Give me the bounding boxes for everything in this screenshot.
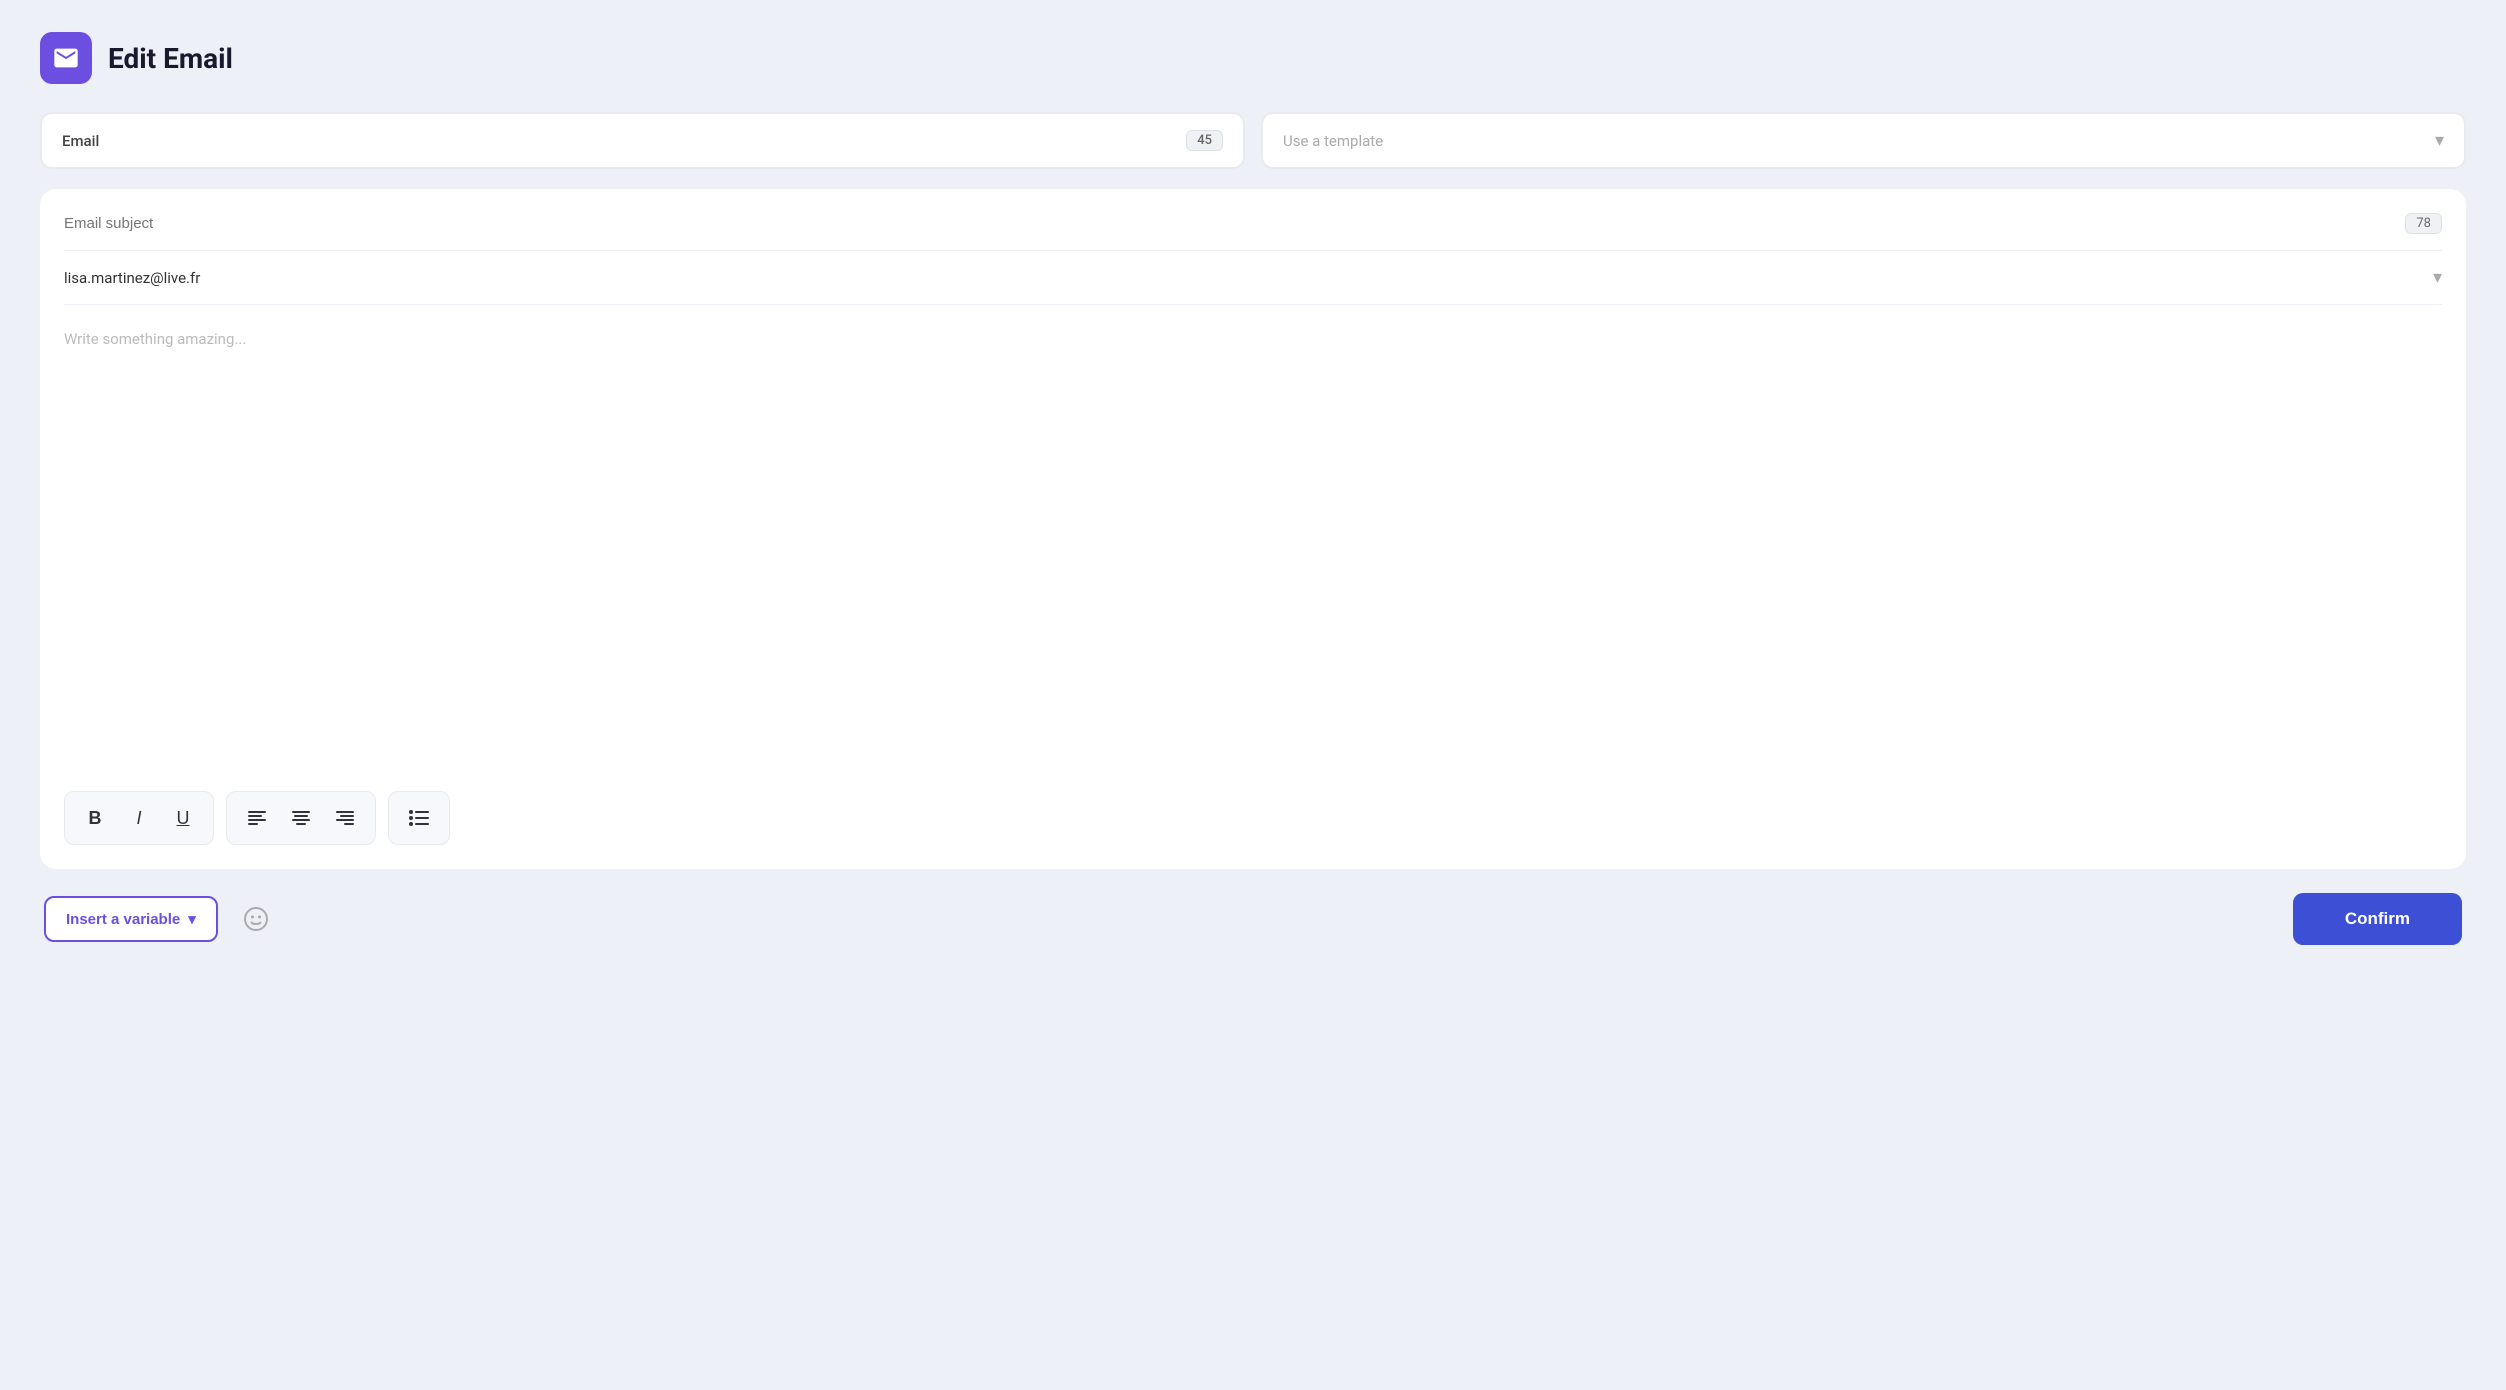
confirm-button[interactable]: Confirm <box>2293 893 2462 945</box>
recipient-email: lisa.martinez@live.fr <box>64 269 200 287</box>
bottom-bar: Insert a variable ▾ Confirm <box>40 893 2466 945</box>
recipient-row[interactable]: lisa.martinez@live.fr ▾ <box>64 267 2442 305</box>
email-tab[interactable]: Email 45 <box>40 112 1245 169</box>
insert-variable-chevron-icon: ▾ <box>188 910 196 928</box>
italic-button[interactable]: I <box>121 800 157 836</box>
template-placeholder: Use a template <box>1283 132 1383 150</box>
underline-button[interactable]: U <box>165 800 201 836</box>
body-placeholder: Write something amazing... <box>64 330 246 348</box>
align-left-button[interactable] <box>239 800 275 836</box>
emoji-button[interactable] <box>234 897 278 941</box>
chevron-down-icon: ▾ <box>2435 130 2444 151</box>
left-actions: Insert a variable ▾ <box>44 896 278 942</box>
formatting-toolbars: B I U <box>64 791 2442 845</box>
toolbar-section: B I U <box>64 771 2442 845</box>
body-area[interactable]: Write something amazing... <box>64 321 2442 771</box>
align-center-button[interactable] <box>283 800 319 836</box>
list-group <box>388 791 450 845</box>
email-icon <box>52 44 80 72</box>
subject-input[interactable] <box>64 215 2405 232</box>
email-tab-label: Email <box>62 132 99 150</box>
email-icon-wrapper <box>40 32 92 84</box>
list-button[interactable] <box>401 800 437 836</box>
top-controls: Email 45 Use a template ▾ <box>40 112 2466 169</box>
page-title: Edit Email <box>108 42 233 75</box>
recipient-chevron-icon: ▾ <box>2433 267 2442 288</box>
text-format-group: B I U <box>64 791 214 845</box>
align-right-button[interactable] <box>327 800 363 836</box>
subject-row: 78 <box>64 213 2442 251</box>
editor-container: 78 lisa.martinez@live.fr ▾ Write somethi… <box>40 189 2466 869</box>
insert-variable-button[interactable]: Insert a variable ▾ <box>44 896 218 942</box>
bold-button[interactable]: B <box>77 800 113 836</box>
subject-count: 78 <box>2405 213 2442 234</box>
template-select[interactable]: Use a template ▾ <box>1261 112 2466 169</box>
insert-variable-label: Insert a variable <box>66 911 180 928</box>
align-group <box>226 791 376 845</box>
page-header: Edit Email <box>40 32 2466 84</box>
email-tab-count: 45 <box>1186 130 1223 151</box>
